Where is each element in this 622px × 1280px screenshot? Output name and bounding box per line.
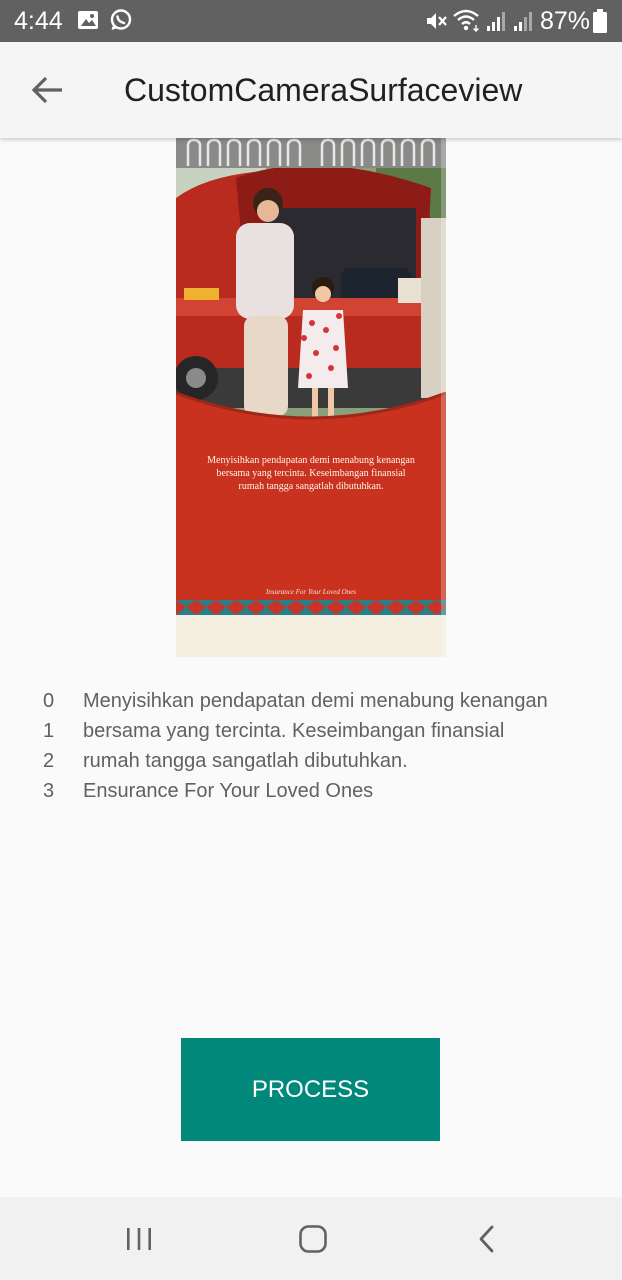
whatsapp-icon [110,9,132,30]
ocr-result-list: 0 Menyisihkan pendapatan demi menabung k… [0,686,622,806]
signal-icon [514,12,532,31]
photo-illustration [176,138,446,657]
gallery-icon [78,11,98,29]
list-item: 2 rumah tangga sangatlah dibutuhkan. [0,746,622,776]
recents-icon [127,1228,151,1250]
line-index: 1 [43,720,55,742]
line-text: rumah tangga sangatlah dibutuhkan. [83,750,408,772]
page-title: CustomCameraSurfaceview [124,72,523,108]
home-button[interactable] [288,1215,338,1263]
line-index: 3 [43,780,55,802]
line-text: bersama yang tercinta. Keseimbangan fina… [83,720,505,742]
line-text: Menyisihkan pendapatan demi menabung ken… [83,690,548,712]
photo-caption-line: bersama yang tercinta. Keseimbangan fina… [216,468,406,479]
wifi-icon [453,9,479,32]
status-bar: 4:44 87% [0,0,622,42]
arrow-left-icon [31,76,62,104]
back-icon [479,1225,494,1253]
captured-image: Menyisihkan pendapatan demi menabung ken… [176,138,446,657]
list-item: 0 Menyisihkan pendapatan demi menabung k… [0,686,622,716]
line-index: 2 [43,750,55,772]
recents-button[interactable] [114,1215,164,1263]
line-index: 0 [43,690,55,712]
navigation-bar [0,1197,622,1280]
list-item: 3 Ensurance For Your Loved Ones [0,776,622,806]
battery-percentage: 87% [540,7,591,35]
app-bar: CustomCameraSurfaceview [0,42,622,138]
line-text: Ensurance For Your Loved Ones [83,780,374,802]
nav-back-button[interactable] [462,1215,512,1263]
status-time: 4:44 [14,7,63,35]
photo-caption: Menyisihkan pendapatan demi menabung ken… [190,454,432,493]
photo-caption-line: rumah tangga sangatlah dibutuhkan. [238,481,384,492]
photo-caption-line: Menyisihkan pendapatan demi menabung ken… [207,455,415,466]
list-item: 1 bersama yang tercinta. Keseimbangan fi… [0,716,622,746]
process-button[interactable]: PROCESS [181,1038,440,1141]
back-button[interactable] [22,64,74,116]
photo-tagline: Insurance For Your Loved Ones [266,588,356,596]
home-icon [299,1225,327,1253]
mute-icon [427,13,447,29]
signal-icon [487,12,505,31]
battery-icon [593,9,607,33]
